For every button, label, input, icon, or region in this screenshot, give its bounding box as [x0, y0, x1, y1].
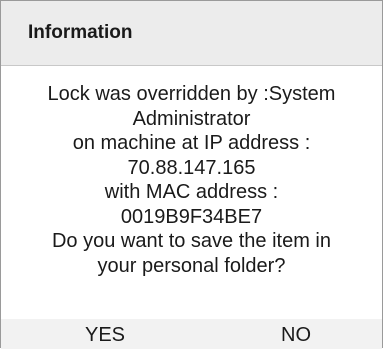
dialog-title: Information [28, 22, 133, 43]
information-dialog: Information Lock was overridden by :Syst… [0, 0, 383, 349]
message-line: Administrator [132, 107, 251, 130]
dialog-button-row: YES NO [1, 319, 382, 349]
message-line: Do you want to save the item in [51, 230, 332, 252]
message-line: Lock was overridden by :System [47, 83, 336, 105]
mac-address-value: 0019B9F34BE7 [120, 205, 263, 228]
message-line: with MAC address : [104, 181, 279, 203]
ip-address-value: 70.88.147.165 [127, 156, 256, 179]
dialog-message: Lock was overridden by :System Administr… [1, 82, 382, 278]
message-line: your personal folder? [97, 254, 286, 277]
no-button[interactable]: NO [281, 321, 311, 349]
yes-button[interactable]: YES [85, 321, 125, 349]
message-line: on machine at IP address : [72, 132, 311, 154]
dialog-title-bar: Information [1, 1, 382, 66]
